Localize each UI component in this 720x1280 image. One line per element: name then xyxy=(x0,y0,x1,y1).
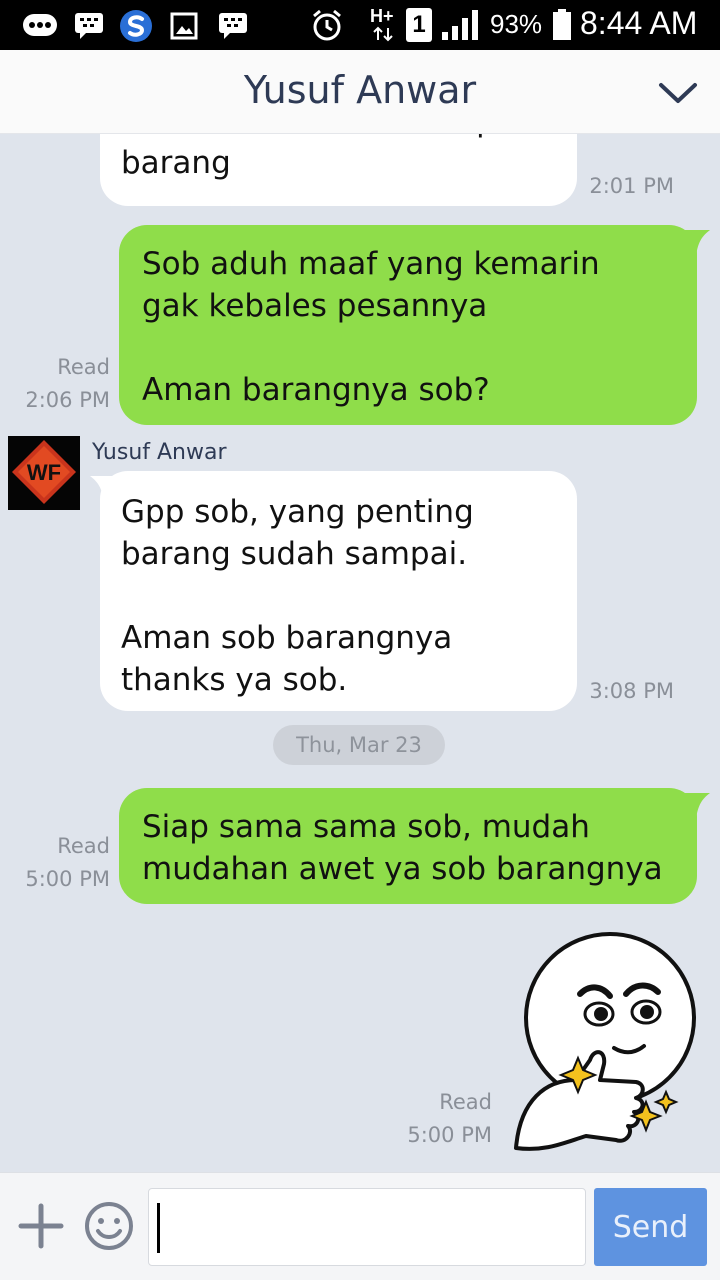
alarm-icon xyxy=(310,8,344,42)
message-input[interactable] xyxy=(148,1188,586,1266)
messenger-icon xyxy=(74,12,106,40)
data-arrows-icon xyxy=(372,26,394,42)
sender-name[interactable]: Yusuf Anwar xyxy=(92,440,227,465)
thumbs-up-face-sticker[interactable] xyxy=(506,930,706,1156)
bbm-icon xyxy=(218,12,250,40)
message-input-bar: Send xyxy=(0,1172,720,1280)
message-time: 2:06 PM xyxy=(25,388,110,412)
battery-icon xyxy=(552,9,572,41)
read-status: Read xyxy=(439,1090,492,1114)
chat-header: Yusuf Anwar xyxy=(0,50,720,134)
message-time: 5:00 PM xyxy=(407,1123,492,1147)
plus-icon[interactable] xyxy=(16,1201,66,1251)
network-type: H+ xyxy=(370,6,394,26)
chat-title[interactable]: Yusuf Anwar xyxy=(0,68,720,112)
gallery-icon xyxy=(170,12,198,40)
sync-icon xyxy=(118,8,154,44)
text-cursor xyxy=(157,1203,160,1253)
message-time: 5:00 PM xyxy=(25,867,110,891)
read-status: Read xyxy=(57,834,110,858)
bubble-tail xyxy=(676,230,710,256)
outgoing-message-bubble[interactable]: Siap sama sama sob, mudah mudahan awet y… xyxy=(119,788,697,904)
date-separator: Thu, Mar 23 xyxy=(273,725,445,765)
emoji-icon[interactable] xyxy=(84,1201,134,1251)
avatar-logo-text: WF xyxy=(27,460,61,485)
signal-icon xyxy=(440,8,482,42)
message-list[interactable]: Thanks sob sudah sampai barang 2:01 PM S… xyxy=(0,134,720,1172)
battery-percent: 93% xyxy=(490,9,543,39)
incoming-message-bubble[interactable]: Thanks sob sudah sampai barang xyxy=(100,134,577,206)
read-status: Read xyxy=(57,355,110,379)
incoming-message-bubble[interactable]: Gpp sob, yang penting barang sudah sampa… xyxy=(100,471,577,711)
bubble-tail xyxy=(676,793,710,819)
avatar[interactable]: WF xyxy=(8,436,80,510)
bbm-icon xyxy=(22,13,58,39)
chevron-down-icon[interactable] xyxy=(658,76,698,110)
send-button[interactable]: Send xyxy=(594,1188,707,1266)
clock: 8:44 AM xyxy=(580,5,698,41)
sim-icon: 1 xyxy=(406,8,432,42)
outgoing-message-bubble[interactable]: Sob aduh maaf yang kemarin gak kebales p… xyxy=(119,225,697,425)
message-time: 3:08 PM xyxy=(589,679,674,703)
status-bar: H+ 1 93% 8:44 AM xyxy=(0,0,720,50)
message-time: 2:01 PM xyxy=(589,174,674,198)
